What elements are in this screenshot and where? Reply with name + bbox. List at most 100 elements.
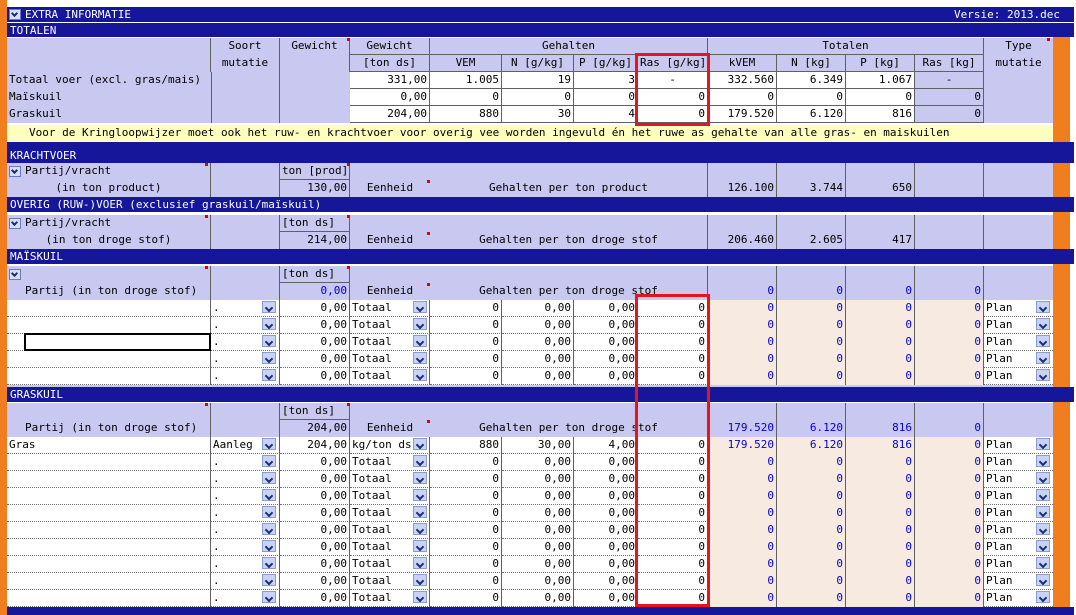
- entry-row: . 0,00 Totaal 0 0,00 0,00 0 0 0 0 0 Plan: [7, 522, 1053, 539]
- kvem-output: 0: [708, 368, 777, 385]
- vem-value: 0: [430, 89, 502, 106]
- section-title-gras: GRASKUIL: [10, 388, 63, 401]
- section-totalen: TOTALEN: [7, 23, 1074, 37]
- chevron-down-icon[interactable]: [1036, 506, 1050, 518]
- chevron-down-icon[interactable]: [413, 318, 427, 330]
- chevron-down-icon[interactable]: [262, 574, 276, 586]
- collapse-icon[interactable]: [9, 9, 21, 20]
- chevron-down-icon[interactable]: [413, 352, 427, 364]
- chevron-down-icon[interactable]: [262, 506, 276, 518]
- chevron-down-icon[interactable]: [413, 369, 427, 381]
- p-input: 0,00: [574, 454, 638, 471]
- col-nkg: N [kg]: [777, 55, 846, 72]
- totalen-header-1: Soort Gewicht Gewicht Gehalten Totalen T…: [7, 38, 1053, 55]
- gras-raskg: 0: [915, 420, 984, 437]
- entry-row: . 0,00 Totaal 0 0,00 0,00 0 0 0 0 0 Plan: [7, 539, 1053, 556]
- chevron-down-icon[interactable]: [1036, 472, 1050, 484]
- collapse-icon[interactable]: [9, 218, 21, 229]
- ras-input: 0: [638, 437, 708, 454]
- weight-input: 0,00: [280, 539, 350, 556]
- chevron-down-icon[interactable]: [262, 472, 276, 484]
- kvem-output: 0: [708, 556, 777, 573]
- ras-input: 0: [638, 505, 708, 522]
- chevron-down-icon[interactable]: [1036, 455, 1050, 467]
- chevron-down-icon[interactable]: [262, 455, 276, 467]
- nkg-output: 0: [777, 317, 846, 334]
- ras-input: 0: [638, 368, 708, 385]
- chevron-down-icon[interactable]: [262, 369, 276, 381]
- chevron-down-icon[interactable]: [1036, 318, 1050, 330]
- mais-gehalten: Gehalten per ton droge stof: [430, 283, 708, 300]
- chevron-down-icon[interactable]: [1036, 540, 1050, 552]
- chevron-down-icon[interactable]: [1036, 438, 1050, 450]
- chevron-down-icon[interactable]: [413, 540, 427, 552]
- col-soort: Soort: [211, 38, 280, 55]
- mais-pkg: 0: [846, 283, 915, 300]
- mais-kvem: 0: [708, 283, 777, 300]
- chevron-down-icon[interactable]: [262, 438, 276, 450]
- overig-partij-label: Partij/vracht: [7, 215, 211, 232]
- chevron-down-icon[interactable]: [1036, 523, 1050, 535]
- n-input: 0,00: [502, 573, 574, 590]
- chevron-down-icon[interactable]: [1036, 369, 1050, 381]
- ras-input: 0: [638, 573, 708, 590]
- ras-input: 0: [638, 590, 708, 607]
- ras-input: 0: [638, 317, 708, 334]
- chevron-down-icon[interactable]: [413, 455, 427, 467]
- nkg-value: 6.120: [777, 106, 846, 123]
- ras-value: 0: [638, 89, 708, 106]
- chevron-down-icon[interactable]: [262, 540, 276, 552]
- chevron-down-icon[interactable]: [262, 489, 276, 501]
- raskg-output: 0: [915, 351, 984, 368]
- chevron-down-icon[interactable]: [413, 574, 427, 586]
- partij-name: [7, 488, 211, 505]
- n-input: 0,00: [502, 505, 574, 522]
- kvem-output: 0: [708, 505, 777, 522]
- n-input: 0,00: [502, 300, 574, 317]
- chevron-down-icon[interactable]: [1036, 301, 1050, 313]
- raskg-output: 0: [915, 454, 984, 471]
- chevron-down-icon[interactable]: [413, 335, 427, 347]
- selected-cell[interactable]: [24, 333, 211, 351]
- raskg-output: 0: [915, 573, 984, 590]
- chevron-down-icon[interactable]: [413, 438, 427, 450]
- chevron-down-icon[interactable]: [413, 557, 427, 569]
- gras-pkg: 816: [846, 420, 915, 437]
- weight-input: 0,00: [280, 300, 350, 317]
- chevron-down-icon[interactable]: [413, 301, 427, 313]
- chevron-down-icon[interactable]: [413, 506, 427, 518]
- p-value: 3: [574, 72, 638, 89]
- pkg-output: 0: [846, 539, 915, 556]
- chevron-down-icon[interactable]: [262, 352, 276, 364]
- mais-weight: 0,00: [280, 283, 350, 300]
- chevron-down-icon[interactable]: [1036, 335, 1050, 347]
- chevron-down-icon[interactable]: [262, 301, 276, 313]
- chevron-down-icon[interactable]: [1036, 557, 1050, 569]
- chevron-down-icon[interactable]: [413, 489, 427, 501]
- mais-header-1: [ton ds]: [7, 266, 1053, 283]
- chevron-down-icon[interactable]: [1036, 352, 1050, 364]
- chevron-down-icon[interactable]: [413, 523, 427, 535]
- chevron-down-icon[interactable]: [1036, 591, 1050, 603]
- kringloop-note: Voor de Kringloopwijzer moet ook het ruw…: [7, 125, 1053, 142]
- chevron-down-icon[interactable]: [262, 335, 276, 347]
- vem-input: 0: [430, 539, 502, 556]
- p-input: 0,00: [574, 590, 638, 607]
- chevron-down-icon[interactable]: [1036, 489, 1050, 501]
- raskg-output: 0: [915, 471, 984, 488]
- gras-header-1: [ton ds]: [7, 403, 1053, 420]
- vem-input: 0: [430, 317, 502, 334]
- collapse-icon[interactable]: [9, 166, 21, 177]
- chevron-down-icon[interactable]: [1036, 574, 1050, 586]
- chevron-down-icon[interactable]: [413, 591, 427, 603]
- krachtvoer-pkg: 650: [846, 180, 915, 197]
- chevron-down-icon[interactable]: [262, 557, 276, 569]
- entry-row: . 0,00 Totaal 0 0,00 0,00 0 0 0 0 0 Plan: [7, 471, 1053, 488]
- chevron-down-icon[interactable]: [262, 591, 276, 603]
- raskg-value: -: [915, 72, 984, 89]
- chevron-down-icon[interactable]: [413, 472, 427, 484]
- chevron-down-icon[interactable]: [262, 318, 276, 330]
- section-krachtvoer: KRACHTVOER: [7, 148, 1074, 163]
- pkg-output: 0: [846, 590, 915, 607]
- chevron-down-icon[interactable]: [262, 523, 276, 535]
